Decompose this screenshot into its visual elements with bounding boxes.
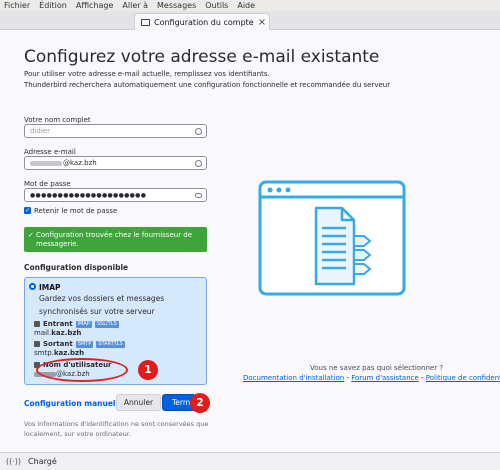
banner-text-2: messagerie. (36, 240, 79, 248)
menu-messages[interactable]: Messages (157, 1, 196, 10)
outgoing-host: smtp.kaz.bzh (34, 349, 84, 357)
imap-desc-1: Gardez vos dossiers et messages (39, 294, 165, 303)
radio-icon[interactable] (29, 283, 36, 290)
clear-icon[interactable] (195, 160, 202, 167)
mail-icon (141, 18, 150, 26)
document-illustration (258, 180, 406, 296)
incoming-tag-security: SSL/TLS (94, 320, 119, 328)
annotation-marker-2: 2 (190, 393, 210, 413)
annotation-marker-1: 1 (138, 360, 158, 380)
eye-icon[interactable] (195, 193, 202, 198)
menu-view[interactable]: Affichage (76, 1, 114, 10)
outgoing-host-domain: kaz.bzh (53, 349, 85, 357)
outgoing-label: Sortant (43, 340, 73, 348)
incoming-host-domain: kaz.bzh (51, 329, 82, 337)
setup-docs-link[interactable]: Documentation d'installation (243, 374, 344, 382)
menu-tools[interactable]: Outils (205, 1, 228, 10)
email-value: @kaz.bzh (63, 159, 97, 167)
link-separator: - (418, 374, 426, 382)
outgoing-tag-security: STARTTLS (96, 340, 125, 348)
email-label: Adresse e-mail (24, 148, 76, 156)
remember-checkbox[interactable]: ✓ (24, 207, 31, 214)
incoming-host-prefix: mail. (34, 329, 52, 337)
privacy-policy-link[interactable]: Politique de confidentialité (426, 374, 500, 382)
page-subtitle-2: Thunderbird recherchera automatiquement … (24, 81, 391, 89)
checkmark-icon: ✓ (28, 231, 34, 239)
help-question: Vous ne savez pas quoi sélectionner ? (310, 364, 444, 372)
config-found-banner: ✓ Configuration trouvée chez le fourniss… (24, 227, 207, 252)
server-icon (34, 341, 40, 347)
outgoing-tag-protocol: SMTP (75, 340, 94, 348)
credentials-note-2: localement, sur votre ordinateur. (24, 430, 131, 438)
password-label: Mot de passe (24, 180, 71, 188)
help-links: Documentation d'installation - Forum d'a… (243, 374, 500, 382)
wifi-icon: ((·)) (6, 457, 22, 466)
page-subtitle-1: Pour utiliser votre adresse e-mail actue… (24, 70, 270, 78)
outgoing-host-prefix: smtp. (34, 349, 54, 357)
clear-icon[interactable] (195, 128, 202, 135)
password-value: ●●●●●●●●●●●●●●●●●●●●● (30, 191, 147, 199)
manual-config-link[interactable]: Configuration manuelle (24, 399, 123, 408)
menu-go[interactable]: Aller à (122, 1, 148, 10)
tab-title: Configuration du compte (154, 17, 254, 27)
outgoing-server: Sortant SMTP STARTTLS (34, 340, 125, 348)
status-text: Chargé (28, 457, 57, 466)
page-title: Configurez votre adresse e-mail existant… (24, 47, 380, 67)
incoming-server: Entrant IMAP SSL/TLS (34, 320, 119, 328)
remember-label: Retenir le mot de passe (34, 207, 118, 215)
menu-edit[interactable]: Édition (39, 1, 67, 10)
tab-account-setup[interactable]: Configuration du compte × (134, 13, 270, 30)
cancel-button[interactable]: Annuler (116, 394, 161, 411)
imap-desc-2: synchronisés sur votre serveur (39, 307, 155, 316)
password-field[interactable]: ●●●●●●●●●●●●●●●●●●●●● (24, 188, 207, 202)
name-field[interactable]: didier (24, 124, 207, 138)
menu-bar: Fichier Édition Affichage Aller à Messag… (0, 0, 500, 11)
support-forum-link[interactable]: Forum d'assistance (351, 374, 419, 382)
incoming-label: Entrant (43, 320, 73, 328)
incoming-tag-protocol: IMAP (75, 320, 92, 328)
menu-help[interactable]: Aide (237, 1, 255, 10)
incoming-host: mail.kaz.bzh (34, 329, 81, 337)
name-label: Votre nom complet (24, 116, 91, 124)
server-icon (34, 321, 40, 327)
config-heading: Configuration disponible (24, 263, 129, 272)
credentials-note-1: Vos informations d'identification ne son… (24, 420, 209, 428)
imap-name: IMAP (39, 283, 61, 292)
name-value: didier (30, 127, 50, 135)
check-icon: ✓ (24, 207, 31, 214)
redacted-email-user (30, 160, 62, 166)
status-bar: ((·)) Chargé (0, 452, 500, 470)
highlight-oval (36, 358, 128, 382)
banner-text-1: Configuration trouvée chez le fournisseu… (36, 231, 193, 239)
email-field[interactable]: @kaz.bzh (24, 156, 207, 170)
menu-file[interactable]: Fichier (4, 1, 30, 10)
close-icon[interactable]: × (258, 17, 266, 28)
